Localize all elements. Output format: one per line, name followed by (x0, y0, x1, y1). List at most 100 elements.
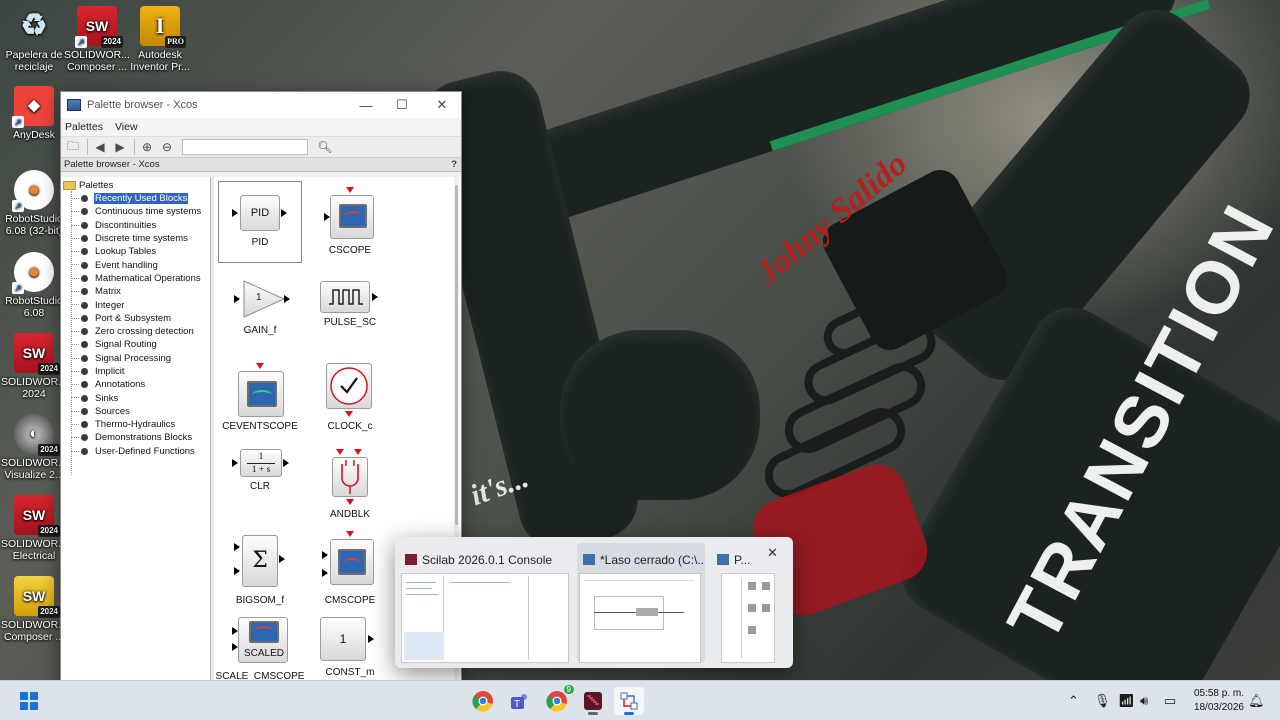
battery-icon[interactable]: ▭ (1164, 693, 1176, 709)
tree-item[interactable]: User-Defined Functions (61, 445, 210, 458)
window-titlebar[interactable]: Palette browser - Xcos — ☐ ✕ (61, 92, 461, 118)
thumbnail-laso-cerrado[interactable]: *Laso cerrado (C:\... (577, 543, 705, 663)
tree-item[interactable]: Recently Used Blocks (61, 192, 210, 205)
block-bigsom-f[interactable]: Σ BIGSOM_f (218, 529, 302, 611)
clock-block-body (326, 363, 372, 409)
tree-item[interactable]: Matrix (61, 285, 210, 298)
close-thumbnail-icon[interactable]: ✕ (767, 545, 778, 561)
palette-bullet-icon (81, 421, 88, 429)
block-ceventscope[interactable]: CEVENTSCOPE (218, 357, 302, 439)
minimize-button[interactable]: — (347, 92, 385, 118)
tree-root-palettes[interactable]: Palettes (61, 179, 210, 192)
clock-date: 18/03/2026 (1193, 702, 1244, 713)
zoom-in-button[interactable]: ⊕ (138, 138, 156, 156)
teams-icon: T (511, 694, 527, 710)
block-clock-c[interactable]: CLOCK_c (308, 357, 392, 439)
notification-badge: 9 (563, 685, 574, 694)
search-input[interactable] (182, 139, 308, 155)
tree-item[interactable]: Port & Subsystem (61, 312, 210, 325)
zoom-out-button[interactable]: ⊖ (158, 138, 176, 156)
system-clock[interactable]: 05:58 p. m. 18/03/2026 (1194, 687, 1244, 715)
toolbar-separator (87, 139, 88, 155)
output-port (372, 293, 378, 301)
tree-item-label: Demonstrations Blocks (95, 432, 193, 444)
show-hidden-icons-button[interactable]: ⌃ (1068, 693, 1079, 709)
tree-item[interactable]: Signal Routing (61, 338, 210, 351)
block-cscope[interactable]: CSCOPE (308, 181, 392, 265)
notifications-icon[interactable]: 🔔︎ (1248, 693, 1265, 709)
maximize-button[interactable]: ☐ (383, 92, 421, 118)
preview-line (406, 594, 438, 595)
tree-item-label: Annotations (95, 379, 146, 391)
tree-item[interactable]: Zero crossing detection (61, 325, 210, 338)
block-label: CEVENTSCOPE (222, 421, 298, 432)
andblk-block-body (332, 457, 368, 497)
tree-item[interactable]: Annotations (61, 378, 210, 391)
palette-bullet-icon (81, 221, 88, 229)
event-input-port (256, 363, 264, 369)
block-clr[interactable]: 1 1 + s CLR (218, 447, 302, 517)
clr-block-body: 1 1 + s (240, 449, 282, 477)
block-cmscope[interactable]: CMSCOPE (308, 529, 392, 611)
event-output-port (346, 499, 354, 505)
thumbnail-title: Scilab 2026.0.1 Console (405, 553, 569, 567)
tree-item[interactable]: Lookup Tables (61, 245, 210, 258)
block-pid[interactable]: PID PID (218, 181, 302, 265)
block-label: ANDBLK (329, 509, 370, 520)
tree-item[interactable]: Discontinuities (61, 219, 210, 232)
thumbnail-title: P... (717, 553, 759, 567)
scilab-icon (405, 554, 417, 565)
taskbar-chrome[interactable] (468, 687, 498, 715)
volume-icon[interactable]: 🔊︎ (1140, 693, 1148, 709)
microphone-icon[interactable]: 🎙︎ (1094, 693, 1111, 709)
version-badge: 2024 (38, 606, 60, 618)
thumbnail-scilab-console[interactable]: Scilab 2026.0.1 Console (399, 543, 571, 663)
thumbnail-palette-browser[interactable]: P... (711, 543, 775, 663)
tree-item[interactable]: Implicit (61, 365, 210, 378)
desktop-icon-autodesk-inventor[interactable]: I PRO Autodesk Inventor Pr... (123, 6, 197, 73)
menu-palettes[interactable]: Palettes (65, 121, 103, 133)
tree-item-label: Zero crossing detection (95, 326, 194, 338)
palette-bullet-icon (81, 301, 88, 309)
taskbar-scilab[interactable] (578, 687, 608, 715)
tree-item[interactable]: Discrete time systems (61, 232, 210, 245)
tree-item[interactable]: Sinks (61, 391, 210, 404)
tree-item-label: User-Defined Functions (95, 445, 195, 457)
close-button[interactable]: ✕ (423, 92, 461, 118)
palette-bullet-icon (81, 447, 88, 455)
scrollbar-thumb[interactable] (455, 185, 458, 525)
block-label: GAIN_f (243, 325, 277, 336)
help-icon[interactable]: ? (451, 158, 457, 172)
tree-item[interactable]: Continuous time systems (61, 205, 210, 218)
tree-item[interactable]: Mathematical Operations (61, 272, 210, 285)
tree-item[interactable]: Integer (61, 298, 210, 311)
wifi-icon[interactable]: 📶︎ (1118, 693, 1135, 709)
taskbar-chrome-profile[interactable]: 9 (542, 685, 574, 715)
taskbar: T 9 ⌃ 🎙︎ 📶︎ 🔊︎ ▭ 05:58 p. m. 18/03/2026 … (0, 680, 1280, 720)
block-andblk[interactable]: ANDBLK (308, 447, 392, 527)
tree-item[interactable]: Event handling (61, 258, 210, 271)
tree-item-label: Discontinuities (95, 219, 157, 231)
tree-item[interactable]: Thermo-Hydraulics (61, 418, 210, 431)
tree-item-label: Signal Routing (95, 339, 157, 351)
forward-button[interactable]: ▶ (111, 138, 129, 156)
menu-bar: Palettes View (61, 118, 461, 136)
menu-view[interactable]: View (115, 121, 138, 133)
shortcut-arrow-icon: ↗ (12, 200, 24, 212)
block-pulse-sc[interactable]: PULSE_SC (308, 277, 392, 345)
tree-item[interactable]: Demonstrations Blocks (61, 431, 210, 444)
event-input-port (336, 449, 344, 455)
back-button[interactable]: ◀ (91, 138, 109, 156)
open-folder-button[interactable]: 🗀 (64, 138, 82, 156)
tree-item[interactable]: Signal Processing (61, 352, 210, 365)
block-gain-f[interactable]: 1 GAIN_f (218, 277, 302, 345)
palette-tree: Palettes Recently Used Blocks Continuous … (61, 177, 211, 719)
taskbar-teams[interactable]: T (505, 687, 535, 715)
tree-item[interactable]: Sources (61, 405, 210, 418)
palette-bullet-icon (81, 328, 88, 336)
search-icon[interactable]: 🔍︎ (316, 138, 334, 156)
start-button[interactable] (14, 687, 44, 715)
version-badge: 2024 (38, 363, 60, 375)
window-title: Palette browser - Xcos (87, 99, 198, 111)
taskbar-xcos[interactable] (614, 687, 644, 715)
